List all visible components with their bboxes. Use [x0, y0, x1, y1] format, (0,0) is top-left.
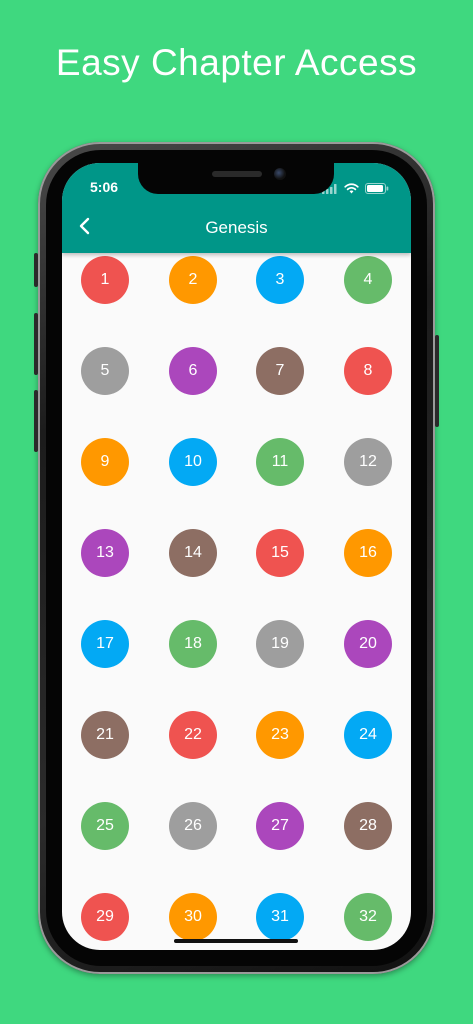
- chapter-button-6[interactable]: 6: [169, 347, 217, 395]
- chapter-button-22[interactable]: 22: [169, 711, 217, 759]
- app-screen: 5:06 Genesis 1 2 3 4 5 6 7 8 9 10 11 12 …: [62, 163, 411, 950]
- chapter-button-26[interactable]: 26: [169, 802, 217, 850]
- chapter-button-23[interactable]: 23: [256, 711, 304, 759]
- chapter-button-31[interactable]: 31: [256, 893, 304, 941]
- battery-icon: [365, 181, 389, 199]
- chapter-button-4[interactable]: 4: [344, 256, 392, 304]
- home-indicator[interactable]: [174, 939, 298, 943]
- chapter-grid: 1 2 3 4 5 6 7 8 9 10 11 12 13 14 15 16 17 18 19 20 21 22 23 24 2…: [62, 163, 411, 950]
- phone-camera: [274, 168, 286, 180]
- chapter-button-2[interactable]: 2: [169, 256, 217, 304]
- phone-mute-switch: [34, 253, 38, 287]
- chapter-button-20[interactable]: 20: [344, 620, 392, 668]
- chapter-button-3[interactable]: 3: [256, 256, 304, 304]
- chapter-button-25[interactable]: 25: [81, 802, 129, 850]
- chapter-button-11[interactable]: 11: [256, 438, 304, 486]
- chapter-button-27[interactable]: 27: [256, 802, 304, 850]
- chapter-button-13[interactable]: 13: [81, 529, 129, 577]
- phone-power-button: [435, 335, 439, 427]
- phone-volume-up-button: [34, 313, 38, 375]
- chapter-button-5[interactable]: 5: [81, 347, 129, 395]
- chapter-button-1[interactable]: 1: [81, 256, 129, 304]
- chapter-button-8[interactable]: 8: [344, 347, 392, 395]
- chapter-button-21[interactable]: 21: [81, 711, 129, 759]
- chapter-button-19[interactable]: 19: [256, 620, 304, 668]
- phone-notch: [138, 163, 334, 194]
- chapter-button-9[interactable]: 9: [81, 438, 129, 486]
- app-bar-title: Genesis: [205, 218, 268, 237]
- chapter-button-7[interactable]: 7: [256, 347, 304, 395]
- chapter-button-28[interactable]: 28: [344, 802, 392, 850]
- chapter-button-29[interactable]: 29: [81, 893, 129, 941]
- chapter-button-17[interactable]: 17: [81, 620, 129, 668]
- chapter-button-24[interactable]: 24: [344, 711, 392, 759]
- status-icons: [322, 181, 389, 199]
- chapter-button-15[interactable]: 15: [256, 529, 304, 577]
- wifi-icon: [344, 181, 359, 199]
- phone-speaker: [212, 171, 262, 177]
- chapter-button-16[interactable]: 16: [344, 529, 392, 577]
- chapter-button-32[interactable]: 32: [344, 893, 392, 941]
- chapter-button-10[interactable]: 10: [169, 438, 217, 486]
- phone-volume-down-button: [34, 390, 38, 452]
- chapter-button-12[interactable]: 12: [344, 438, 392, 486]
- chapter-button-30[interactable]: 30: [169, 893, 217, 941]
- promo-headline: Easy Chapter Access: [55, 42, 418, 83]
- status-time: 5:06: [90, 179, 119, 195]
- chapter-button-18[interactable]: 18: [169, 620, 217, 668]
- chapter-button-14[interactable]: 14: [169, 529, 217, 577]
